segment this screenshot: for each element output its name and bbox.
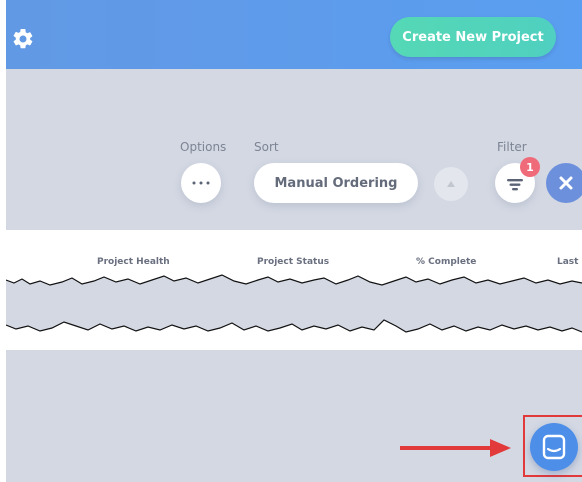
close-icon xyxy=(559,176,573,190)
filter-label: Filter xyxy=(497,140,527,154)
torn-edge-divider xyxy=(6,274,582,333)
sort-direction-button[interactable] xyxy=(434,167,468,201)
more-dots-icon xyxy=(192,181,210,185)
clear-filter-button[interactable] xyxy=(546,163,582,203)
options-label: Options xyxy=(180,140,227,154)
filter-count-badge: 1 xyxy=(520,157,540,177)
sort-dropdown[interactable]: Manual Ordering xyxy=(254,163,418,203)
sort-arrow-up-icon xyxy=(447,181,455,187)
chat-icon xyxy=(542,434,566,460)
options-button[interactable] xyxy=(181,163,221,203)
annotation-arrow xyxy=(400,439,511,457)
gear-icon[interactable] xyxy=(11,27,35,51)
create-new-project-button[interactable]: Create New Project xyxy=(390,17,556,57)
app-window: Create New Project Options Sort Manual O… xyxy=(6,0,582,482)
top-bar: Create New Project xyxy=(6,0,582,69)
chat-launcher-button[interactable] xyxy=(530,423,578,471)
sort-label: Sort xyxy=(254,140,279,154)
